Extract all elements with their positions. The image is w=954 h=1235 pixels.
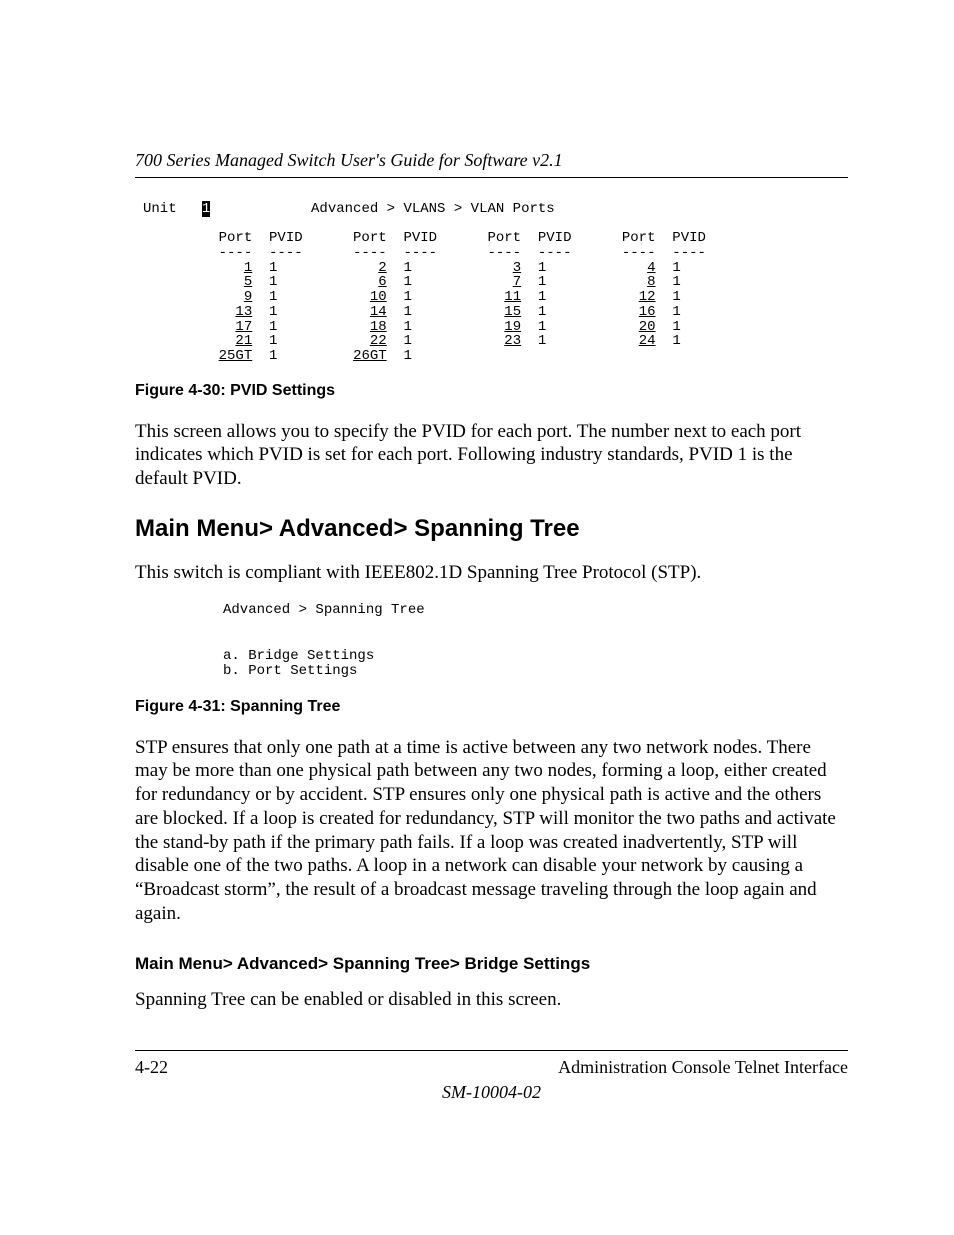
heading-bridge-settings: Main Menu> Advanced> Spanning Tree> Brid… xyxy=(135,954,848,974)
paragraph-pvid-desc: This screen allows you to specify the PV… xyxy=(135,420,848,491)
page-footer: 4-22 Administration Console Telnet Inter… xyxy=(135,1050,848,1103)
figure-caption-4-30: Figure 4-30: PVID Settings xyxy=(135,382,848,400)
running-header: 700 Series Managed Switch User's Guide f… xyxy=(135,150,848,171)
paragraph-bridge-enable: Spanning Tree can be enabled or disabled… xyxy=(135,988,848,1012)
document-id: SM-10004-02 xyxy=(135,1082,848,1103)
paragraph-stp-desc: STP ensures that only one path at a time… xyxy=(135,736,848,926)
heading-spanning-tree: Main Menu> Advanced> Spanning Tree xyxy=(135,515,848,543)
terminal-spanning-tree-menu: Advanced > Spanning Tree a. Bridge Setti… xyxy=(223,603,848,680)
terminal-pvid-table: Unit 1 Advanced > VLANS > VLAN Ports Por… xyxy=(143,202,848,364)
footer-rule xyxy=(135,1050,848,1051)
paragraph-stp-compliant: This switch is compliant with IEEE802.1D… xyxy=(135,561,848,585)
header-rule xyxy=(135,177,848,178)
figure-caption-4-31: Figure 4-31: Spanning Tree xyxy=(135,698,848,716)
footer-section-title: Administration Console Telnet Interface xyxy=(558,1057,848,1078)
page-number: 4-22 xyxy=(135,1057,168,1078)
